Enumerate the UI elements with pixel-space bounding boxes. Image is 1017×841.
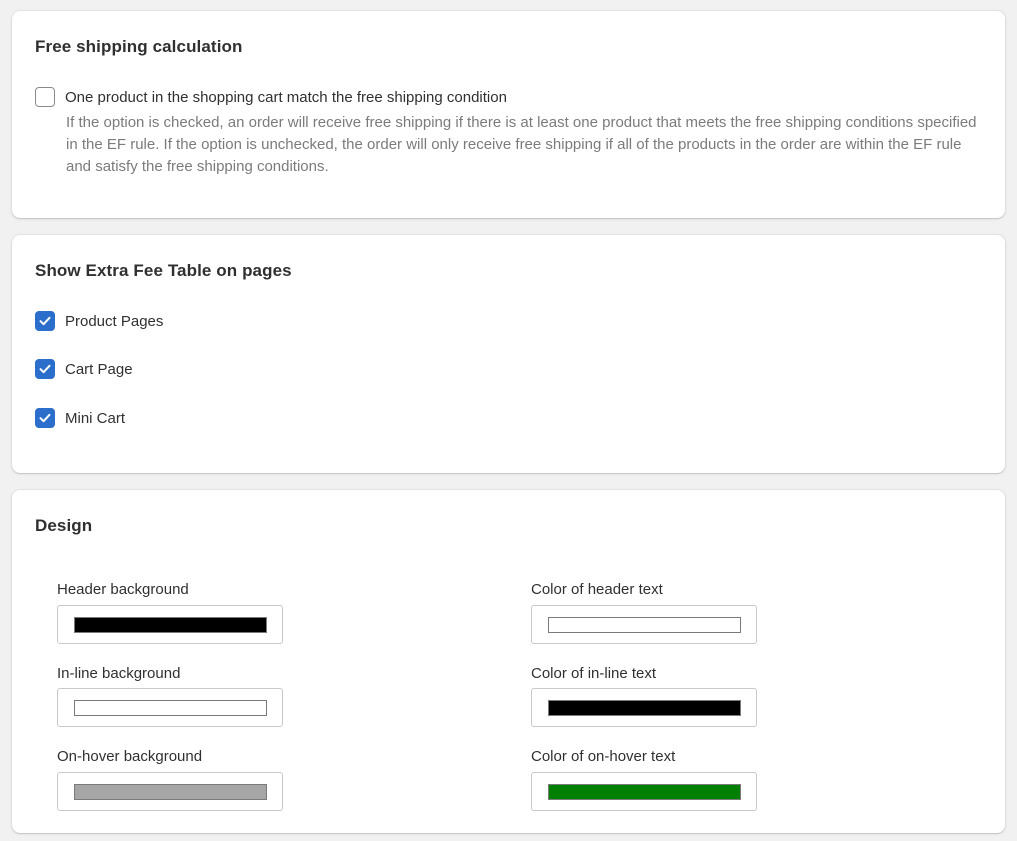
mini-cart-label: Mini Cart [65, 409, 126, 427]
mini-cart-checkbox[interactable] [35, 408, 55, 428]
on-hover-text-color-label: Color of on-hover text [531, 748, 676, 765]
checkmark-icon [39, 413, 51, 423]
free-shipping-option-row[interactable]: One product in the shopping cart match t… [35, 87, 507, 107]
cart-page-label: Cart Page [65, 360, 133, 378]
header-text-color-swatch [548, 617, 741, 633]
free-shipping-checkbox[interactable] [35, 87, 55, 107]
cart-page-checkbox[interactable] [35, 359, 55, 379]
header-background-picker[interactable] [57, 605, 283, 644]
free-shipping-card: Free shipping calculation One product in… [12, 11, 1005, 218]
product-pages-checkbox[interactable] [35, 311, 55, 331]
on-hover-background-label: On-hover background [57, 748, 203, 765]
on-hover-text-color-swatch [548, 784, 741, 800]
design-title: Design [35, 516, 93, 535]
inline-background-swatch [74, 700, 267, 716]
product-pages-label: Product Pages [65, 312, 164, 330]
header-background-swatch [74, 617, 267, 633]
free-shipping-help-text: If the option is checked, an order will … [66, 114, 977, 175]
free-shipping-option-label: One product in the shopping cart match t… [65, 88, 507, 106]
extra-fee-table-card: Show Extra Fee Table on pages Product Pa… [12, 235, 1005, 473]
product-pages-option-row[interactable]: Product Pages [35, 311, 163, 331]
inline-text-color-label: Color of in-line text [531, 665, 657, 682]
free-shipping-title: Free shipping calculation [35, 37, 243, 56]
extra-fee-table-title: Show Extra Fee Table on pages [35, 261, 292, 280]
inline-background-picker[interactable] [57, 688, 283, 727]
cart-page-option-row[interactable]: Cart Page [35, 359, 133, 379]
inline-text-color-swatch [548, 700, 741, 716]
header-background-label: Header background [57, 581, 189, 598]
checkmark-icon [39, 364, 51, 374]
header-text-color-label: Color of header text [531, 581, 663, 598]
inline-text-color-picker[interactable] [531, 688, 757, 727]
header-text-color-picker[interactable] [531, 605, 757, 644]
on-hover-background-picker[interactable] [57, 772, 283, 811]
design-card: Design Header background In-line backgro… [12, 490, 1005, 833]
on-hover-text-color-picker[interactable] [531, 772, 757, 811]
mini-cart-option-row[interactable]: Mini Cart [35, 408, 125, 428]
on-hover-background-swatch [74, 784, 267, 800]
checkmark-icon [39, 316, 51, 326]
inline-background-label: In-line background [57, 665, 181, 682]
